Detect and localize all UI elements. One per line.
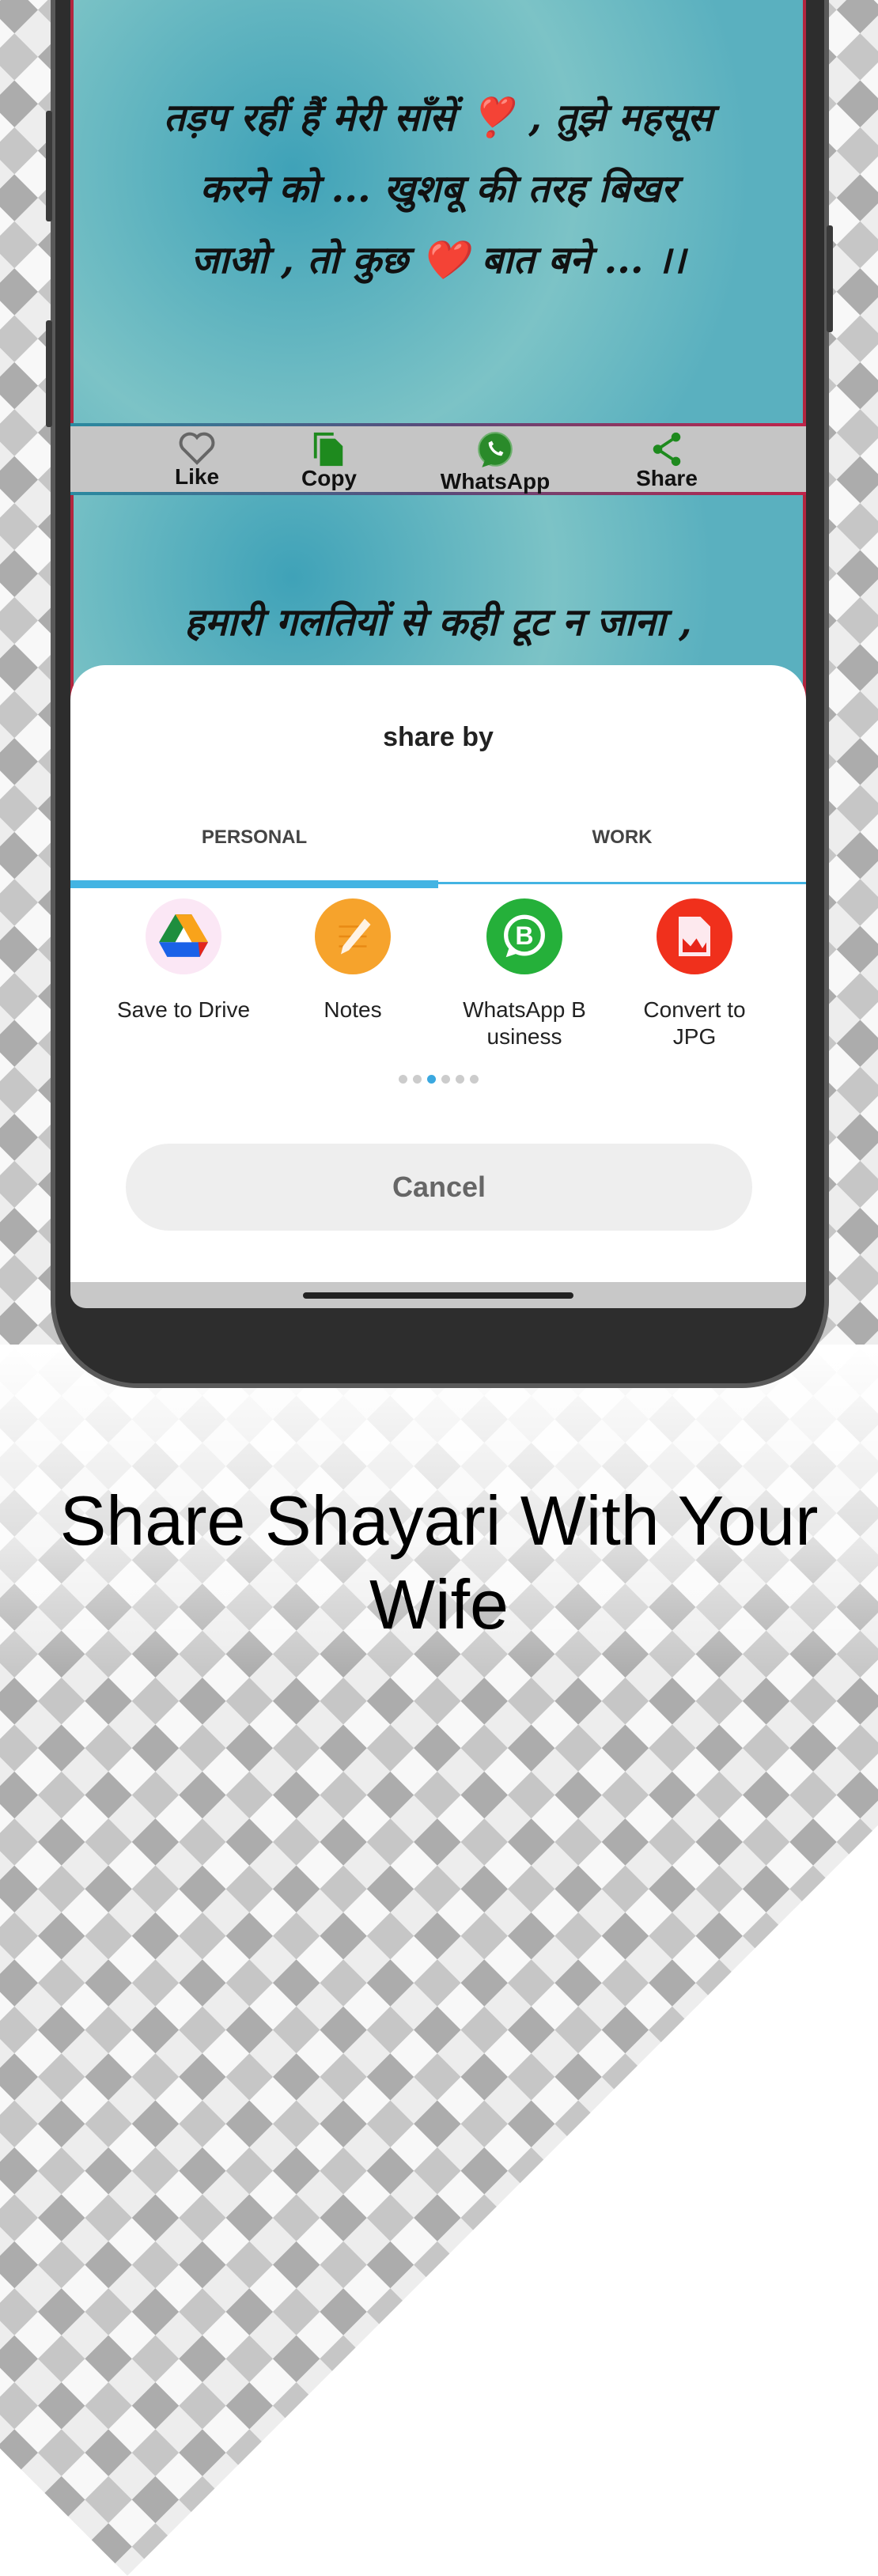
like-button[interactable]: Like	[126, 426, 268, 490]
quote-card: तड़प रहीं हैं मेरी साँसें ❣️ , तुझे महसू…	[70, 0, 806, 423]
copy-label: Copy	[301, 466, 357, 490]
caption-line: Wife	[369, 1565, 509, 1644]
page-dot[interactable]	[398, 1075, 407, 1084]
quote-line: जाओ , तो कुछ ❤️ बात बने ... ।।	[191, 238, 686, 282]
quote-text[interactable]: हमारी गलतियों से कही टूट न जाना ,	[74, 495, 803, 658]
whatsapp-icon	[478, 432, 513, 467]
quote-line: करने को ... खुशबू की तरह बिखर	[199, 167, 677, 211]
phone-volume-button	[46, 320, 52, 427]
share-target-convert-to-jpg[interactable]: Convert to JPG	[615, 898, 774, 1050]
active-tab-indicator	[70, 880, 438, 888]
phone-power-button	[827, 225, 833, 332]
share-label: Share	[636, 466, 698, 490]
phone-screen: तड़प रहीं हैं मेरी साँसें ❣️ , तुझे महसू…	[70, 0, 806, 1308]
share-icon	[653, 432, 681, 467]
whatsapp-button[interactable]: WhatsApp	[424, 426, 566, 494]
app-label: Convert to JPG	[643, 997, 746, 1049]
page-dot[interactable]	[469, 1075, 479, 1084]
whatsapp-label: WhatsApp	[440, 469, 551, 494]
like-label: Like	[174, 464, 220, 489]
heart-outline-icon	[179, 432, 215, 465]
notes-icon	[315, 898, 391, 974]
page-dot[interactable]	[455, 1075, 464, 1084]
app-label: Notes	[324, 997, 382, 1022]
app-label: WhatsApp B usiness	[463, 997, 586, 1049]
share-bottom-sheet: share by PERSONAL WORK Save to Drive Not…	[70, 665, 806, 1282]
page-indicator	[70, 1075, 806, 1084]
share-target-save-to-drive[interactable]: Save to Drive	[104, 898, 263, 1023]
google-drive-icon	[146, 898, 221, 974]
page-dot[interactable]	[412, 1075, 422, 1084]
share-button[interactable]: Share	[596, 426, 738, 491]
tab-personal[interactable]: PERSONAL	[70, 827, 438, 849]
copy-icon	[313, 432, 343, 467]
quote-line: तड़प रहीं हैं मेरी साँसें ❣️ , तुझे महसू…	[163, 96, 713, 140]
cancel-button[interactable]: Cancel	[126, 1144, 752, 1231]
tab-work[interactable]: WORK	[438, 827, 806, 849]
share-target-whatsapp-business[interactable]: B WhatsApp B usiness	[445, 898, 604, 1050]
convert-jpg-icon	[657, 898, 732, 974]
page-dot-active[interactable]	[426, 1075, 436, 1084]
whatsapp-business-icon: B	[486, 898, 562, 974]
share-target-notes[interactable]: Notes	[274, 898, 432, 1023]
quote-line: हमारी गलतियों से कही टूट न जाना ,	[184, 600, 692, 645]
svg-text:B: B	[515, 921, 533, 950]
promo-caption: Share Shayari With Your Wife	[0, 1479, 878, 1647]
page-dot[interactable]	[441, 1075, 450, 1084]
app-label: Save to Drive	[116, 997, 251, 1022]
quote-text[interactable]: तड़प रहीं हैं मेरी साँसें ❣️ , तुझे महसू…	[74, 0, 803, 296]
caption-line: Share Shayari With Your	[59, 1481, 819, 1560]
quote-action-bar: Like Copy WhatsApp Share	[70, 423, 806, 495]
home-gesture-handle[interactable]	[303, 1292, 573, 1299]
copy-button[interactable]: Copy	[258, 426, 400, 491]
share-sheet-title: share by	[383, 722, 494, 752]
phone-volume-button	[46, 111, 52, 221]
